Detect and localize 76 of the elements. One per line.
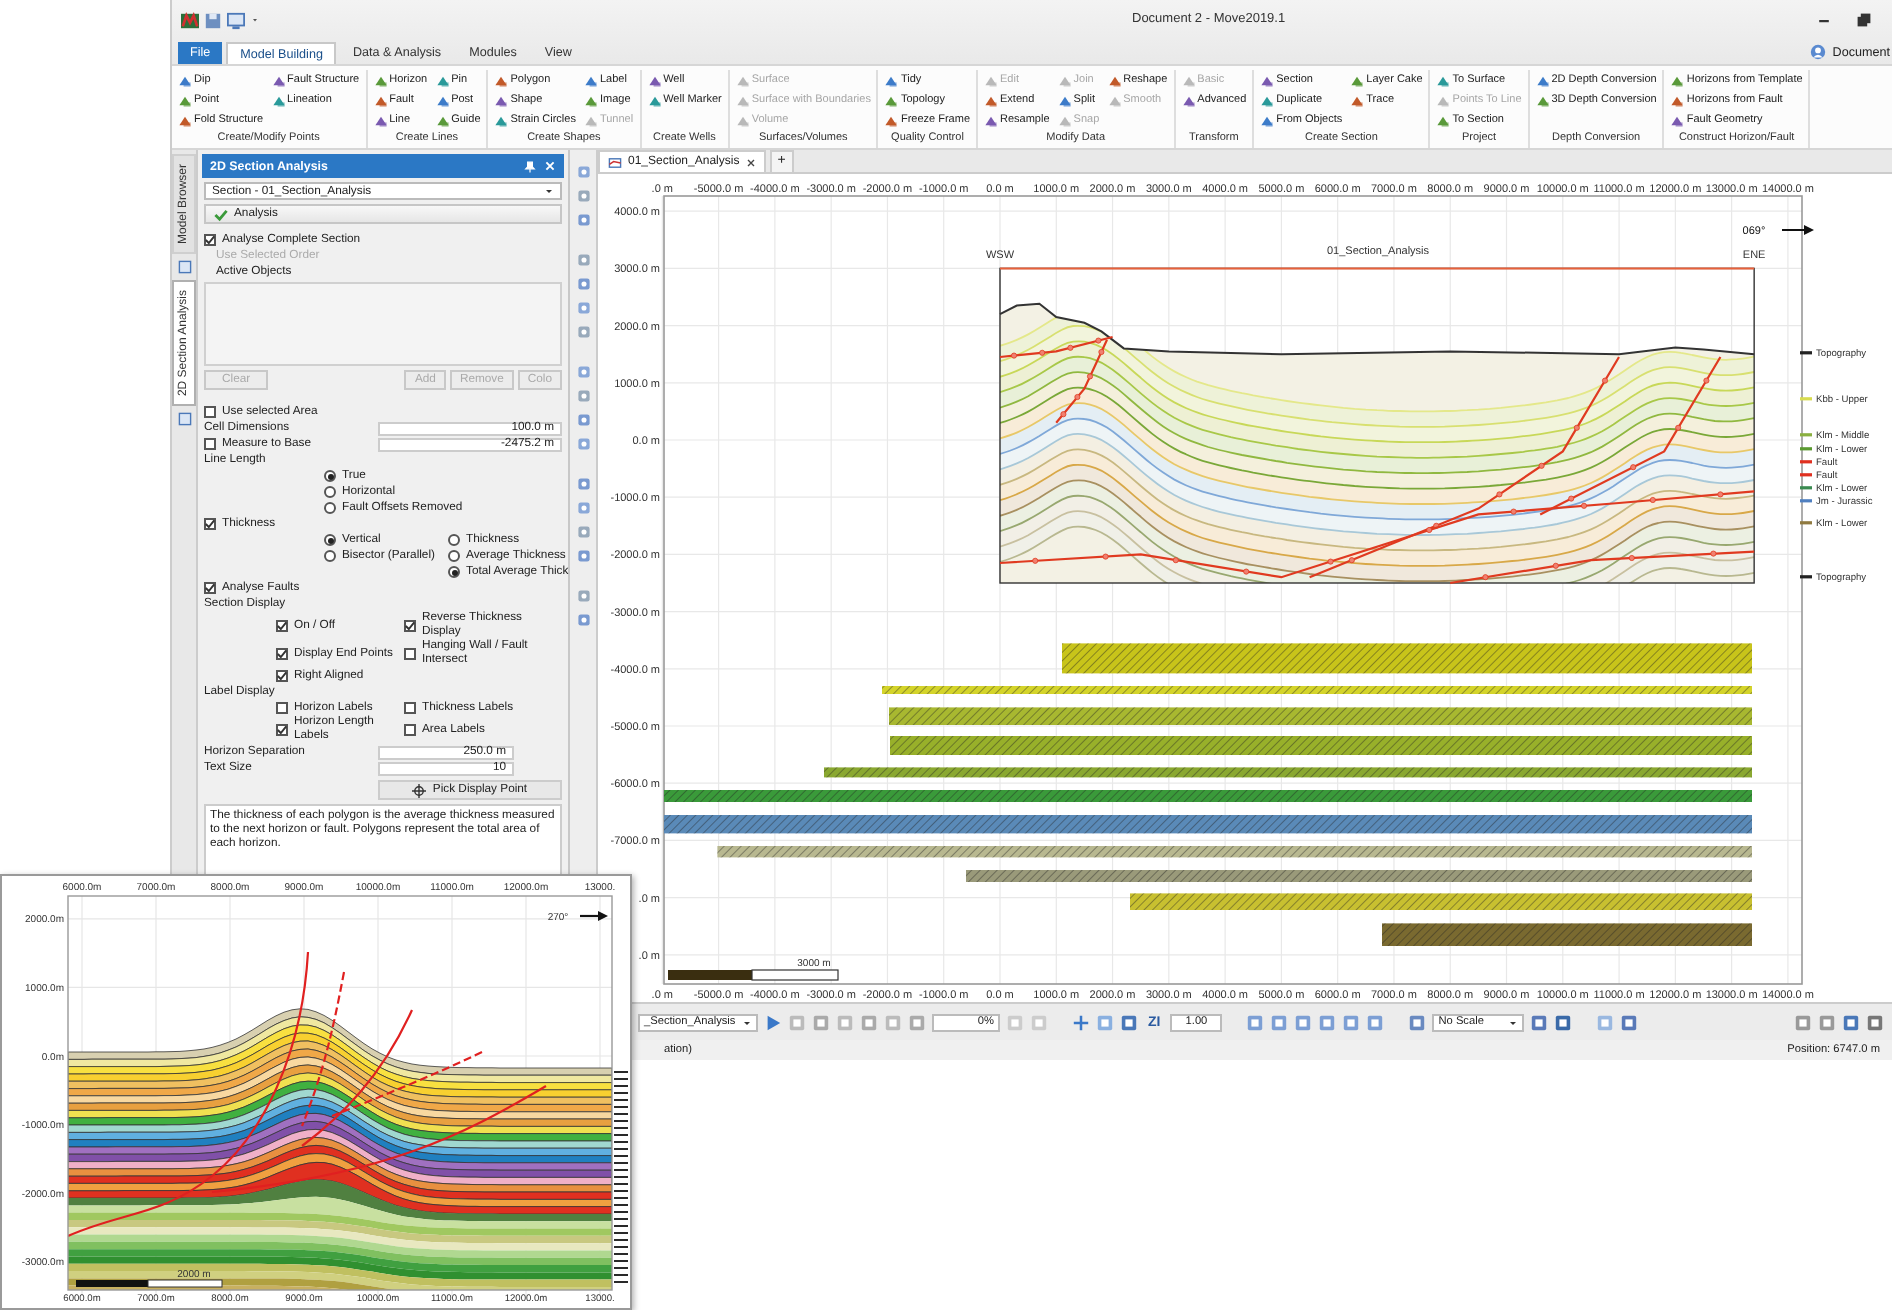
tool-icon[interactable] bbox=[271, 93, 286, 107]
tool-icon[interactable] bbox=[884, 73, 899, 87]
tool-icon[interactable] bbox=[884, 93, 899, 107]
checkbox[interactable] bbox=[204, 438, 216, 450]
check-icon[interactable] bbox=[214, 207, 228, 221]
tool-icon[interactable] bbox=[984, 93, 999, 107]
tool-icon[interactable] bbox=[435, 113, 450, 127]
tool-icon[interactable] bbox=[1260, 113, 1275, 127]
tool-icon[interactable] bbox=[1350, 93, 1365, 107]
tool-icon[interactable] bbox=[1535, 73, 1550, 87]
checkbox[interactable] bbox=[276, 670, 288, 682]
section-icon[interactable] bbox=[608, 155, 622, 169]
radio-button[interactable] bbox=[448, 566, 460, 578]
tool-icon[interactable] bbox=[583, 93, 598, 107]
tool-icon[interactable] bbox=[984, 113, 999, 127]
close-icon[interactable] bbox=[745, 157, 756, 167]
tool-icon[interactable] bbox=[435, 73, 450, 87]
tool-icon[interactable] bbox=[373, 93, 388, 107]
user-globe-icon[interactable] bbox=[1810, 44, 1827, 60]
checkbox[interactable] bbox=[276, 724, 288, 736]
radio-button[interactable] bbox=[324, 550, 336, 562]
radio-button[interactable] bbox=[324, 470, 336, 482]
radio-button[interactable] bbox=[448, 550, 460, 562]
tool-icon[interactable] bbox=[1350, 73, 1365, 87]
checkbox[interactable] bbox=[204, 518, 216, 530]
tool-icon[interactable] bbox=[435, 93, 450, 107]
checkbox[interactable] bbox=[204, 234, 216, 246]
radio-button[interactable] bbox=[324, 502, 336, 514]
save-icon[interactable] bbox=[204, 11, 222, 29]
tool-icon[interactable] bbox=[494, 93, 509, 107]
tool-icon[interactable] bbox=[647, 93, 662, 107]
checkbox[interactable] bbox=[404, 724, 416, 736]
checkbox[interactable] bbox=[276, 702, 288, 714]
caret-icon[interactable] bbox=[544, 186, 554, 196]
tool-icon[interactable] bbox=[373, 113, 388, 127]
restore-icon[interactable] bbox=[1856, 12, 1872, 28]
tool-icon[interactable] bbox=[373, 73, 388, 87]
app-logo-icon[interactable] bbox=[180, 11, 200, 29]
tool-icon[interactable] bbox=[1670, 113, 1685, 127]
caret-icon[interactable] bbox=[742, 1017, 752, 1027]
checkbox[interactable] bbox=[404, 620, 416, 632]
tool-icon[interactable] bbox=[494, 73, 509, 87]
tool-icon[interactable] bbox=[884, 113, 899, 127]
arrow-icon bbox=[580, 911, 608, 921]
checkbox[interactable] bbox=[404, 702, 416, 714]
tool-icon[interactable] bbox=[583, 73, 598, 87]
tool-icon[interactable] bbox=[271, 73, 286, 87]
tool-icon[interactable] bbox=[1057, 93, 1072, 107]
checkbox[interactable] bbox=[276, 648, 288, 660]
tool-icon[interactable] bbox=[1436, 73, 1451, 87]
checkbox[interactable] bbox=[276, 620, 288, 632]
radio-button[interactable] bbox=[324, 534, 336, 546]
tool-icon[interactable] bbox=[1436, 113, 1451, 127]
tool-icon[interactable] bbox=[1535, 93, 1550, 107]
tool-icon[interactable] bbox=[1260, 93, 1275, 107]
tool-icon[interactable] bbox=[647, 73, 662, 87]
checkbox[interactable] bbox=[204, 406, 216, 418]
tool-icon[interactable] bbox=[494, 113, 509, 127]
checkbox[interactable] bbox=[204, 582, 216, 594]
crosshair-icon[interactable] bbox=[412, 783, 427, 797]
tool-icon[interactable] bbox=[1181, 93, 1196, 107]
square-icon[interactable] bbox=[788, 1013, 806, 1031]
tool-icon[interactable] bbox=[178, 73, 192, 87]
caret-icon[interactable] bbox=[1508, 1017, 1519, 1027]
tool-icon[interactable] bbox=[178, 93, 192, 107]
tool-icon[interactable] bbox=[1670, 93, 1685, 107]
arrow-icon bbox=[1781, 225, 1814, 235]
tool-icon[interactable] bbox=[1670, 73, 1685, 87]
radio-button[interactable] bbox=[324, 486, 336, 498]
tool-icon[interactable] bbox=[1107, 73, 1122, 87]
monitor-icon[interactable] bbox=[226, 11, 246, 29]
tool-icon[interactable] bbox=[178, 113, 192, 127]
tool-icon[interactable] bbox=[1260, 73, 1275, 87]
checkbox[interactable] bbox=[404, 648, 416, 660]
plus-icon[interactable] bbox=[1072, 1013, 1090, 1031]
radio-button[interactable] bbox=[448, 534, 460, 546]
